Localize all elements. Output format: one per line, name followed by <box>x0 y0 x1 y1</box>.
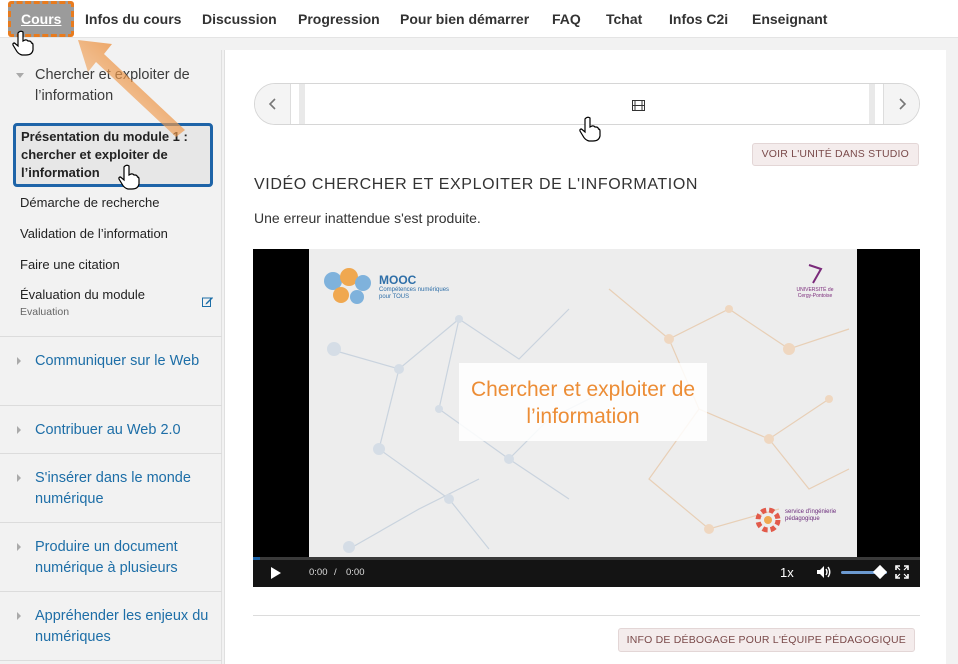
volume-icon[interactable] <box>816 565 832 579</box>
video-progress-bar[interactable] <box>253 557 920 560</box>
separator <box>0 522 222 523</box>
chapter-label: Appréhender les enjeux du numériques <box>35 608 209 645</box>
sip-logo: service d'ingénierie pédagogique <box>753 503 841 543</box>
subsection-validation-information[interactable]: Validation de l’information <box>20 225 215 242</box>
course-navigation-sidebar: Chercher et exploiter de l’information P… <box>0 50 222 664</box>
course-tabs: Cours Infos du cours Discussion Progress… <box>0 0 958 38</box>
caret-right-icon <box>17 612 21 620</box>
chevron-right-icon <box>898 98 906 110</box>
chapter-contribuer-au-web[interactable]: Contribuer au Web 2.0 <box>0 420 222 441</box>
university-label: UNIVERSITÉ de Cergy-Pontoise <box>796 287 834 299</box>
chapter-s-inserer-monde-numerique[interactable]: S'insérer dans le monde numérique <box>0 468 210 510</box>
caret-right-icon <box>17 357 21 365</box>
caret-down-icon <box>16 73 24 78</box>
unit-title: VIDÉO CHERCHER ET EXPLOITER DE L'INFORMA… <box>254 176 699 193</box>
subsection-presentation-module-1[interactable]: Présentation du module 1 : chercher et e… <box>13 123 213 187</box>
total-time: 0:00 <box>346 567 365 578</box>
video-controls: 0:00 / 0:00 1x <box>253 557 920 587</box>
sip-label: service d'ingénierie pédagogique <box>785 509 837 522</box>
staff-debug-info-button[interactable]: INFO DE DÉBOGAGE POUR L'ÉQUIPE PÉDAGOGIQ… <box>617 628 915 652</box>
tab-cours[interactable]: Cours <box>8 1 75 37</box>
volume-slider-handle[interactable] <box>872 564 888 580</box>
separator <box>0 405 222 406</box>
chapter-label: Chercher et exploiter de l’information <box>35 67 190 104</box>
mooc-subtitle: Compétences numériques pour TOUS <box>379 287 450 300</box>
subsection-faire-une-citation[interactable]: Faire une citation <box>20 256 215 273</box>
separator <box>0 336 222 337</box>
time-separator: / <box>334 567 337 578</box>
mooc-title: MOOC <box>379 273 417 287</box>
edit-icon <box>202 296 213 307</box>
video-player[interactable]: MOOC Compétences numériques pour TOUS UN… <box>253 249 920 587</box>
mooc-logo <box>321 263 373 307</box>
tab-pour-bien-demarrer[interactable]: Pour bien démarrer <box>400 0 529 38</box>
film-icon[interactable] <box>632 98 645 111</box>
tab-enseignant[interactable]: Enseignant <box>752 0 827 38</box>
separator <box>0 591 222 592</box>
subsection-evaluation-du-module[interactable]: Évaluation du module Evaluation <box>20 286 215 321</box>
tab-infos-du-cours[interactable]: Infos du cours <box>85 0 181 38</box>
chapter-label: Produire un document numérique à plusieu… <box>35 539 178 576</box>
tab-faq[interactable]: FAQ <box>552 0 581 38</box>
chapter-communiquer-sur-le-web[interactable]: Communiquer sur le Web <box>0 351 200 372</box>
chapter-apprehender-les-enjeux[interactable]: Appréhender les enjeux du numériques <box>0 606 210 648</box>
sequence-units <box>299 84 875 124</box>
caret-right-icon <box>17 426 21 434</box>
separator <box>0 453 222 454</box>
chapter-label: Contribuer au Web 2.0 <box>35 422 181 438</box>
university-logo: UNIVERSITÉ de Cergy-Pontoise <box>795 263 835 303</box>
subsection-demarche-de-recherche[interactable]: Démarche de recherche <box>20 194 215 211</box>
separator <box>0 660 222 661</box>
sequence-navigation <box>254 83 920 125</box>
caret-right-icon <box>17 474 21 482</box>
chapter-chercher-et-exploiter[interactable]: Chercher et exploiter de l’information <box>0 65 215 107</box>
chevron-left-icon <box>268 98 276 110</box>
tab-infos-c2i[interactable]: Infos C2i <box>669 0 728 38</box>
chapter-label: S'insérer dans le monde numérique <box>35 470 191 507</box>
play-icon[interactable] <box>271 567 281 579</box>
video-frame: MOOC Compétences numériques pour TOUS UN… <box>309 249 857 557</box>
current-time: 0:00 <box>309 567 328 578</box>
chapter-produire-un-document[interactable]: Produire un document numérique à plusieu… <box>0 537 210 579</box>
fullscreen-icon[interactable] <box>895 565 909 579</box>
playback-speed-button[interactable]: 1x <box>780 565 794 580</box>
tab-discussion[interactable]: Discussion <box>202 0 277 38</box>
chapter-label: Communiquer sur le Web <box>35 353 200 369</box>
video-progress-fill <box>253 557 260 560</box>
previous-unit-button[interactable] <box>255 84 291 124</box>
subsection-type-label: Evaluation <box>20 306 70 318</box>
content-divider <box>253 615 920 616</box>
tab-progression[interactable]: Progression <box>298 0 380 38</box>
tab-tchat[interactable]: Tchat <box>606 0 642 38</box>
next-unit-button[interactable] <box>883 84 919 124</box>
course-content: VOIR L'UNITÉ DANS STUDIO VIDÉO CHERCHER … <box>224 50 946 664</box>
caret-right-icon <box>17 543 21 551</box>
view-in-studio-button[interactable]: VOIR L'UNITÉ DANS STUDIO <box>751 143 919 166</box>
subsection-label: Évaluation du module <box>20 287 146 302</box>
error-message: Une erreur inattendue s'est produite. <box>254 210 481 226</box>
slide-title: Chercher et exploiter de l’information <box>459 363 707 441</box>
